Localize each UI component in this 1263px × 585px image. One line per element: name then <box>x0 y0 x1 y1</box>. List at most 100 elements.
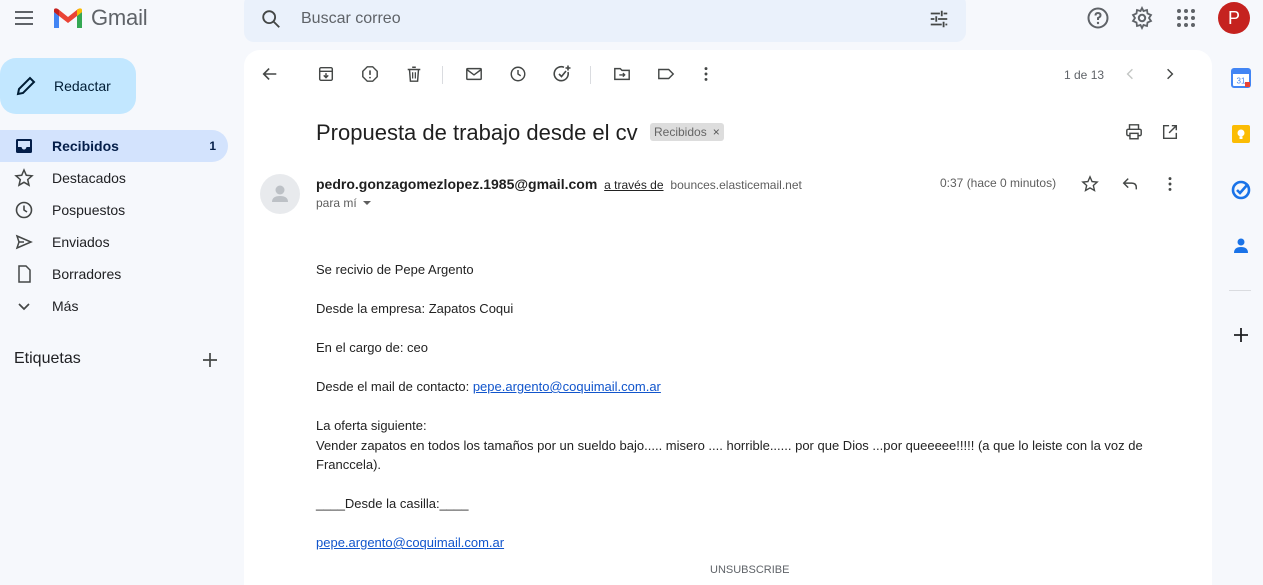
label-chip: Recibidos × <box>650 123 724 141</box>
sidebar-item-starred[interactable]: Destacados <box>0 162 228 194</box>
compose-label: Redactar <box>54 78 111 94</box>
unsubscribe-link[interactable]: UNSUBSCRIBE <box>710 564 789 576</box>
unread-count: 1 <box>209 139 216 153</box>
arrow-back-icon <box>262 68 277 80</box>
body-line: En el cargo de: ceo <box>316 340 429 355</box>
toolbar-divider <box>442 66 443 84</box>
mark-unread-button[interactable] <box>464 64 484 84</box>
sidebar-item-sent[interactable]: Enviados <box>0 226 228 258</box>
sidebar-item-more[interactable]: Más <box>0 290 228 322</box>
rail-divider <box>1229 290 1251 291</box>
apps-grid-icon[interactable] <box>1174 6 1198 30</box>
search-bar[interactable]: Buscar correo <box>244 0 966 42</box>
trash-icon <box>407 66 421 82</box>
top-bar: Gmail Buscar correo P <box>0 0 1263 48</box>
sidebar-item-drafts[interactable]: Borradores <box>0 258 228 290</box>
message-view: 1 de 13 Propuesta de trabajo desde el cv… <box>244 50 1212 585</box>
sidebar-item-label: Borradores <box>52 266 122 282</box>
help-icon[interactable] <box>1086 6 1110 30</box>
contacts-icon[interactable] <box>1231 236 1251 256</box>
back-button[interactable] <box>260 64 280 84</box>
recipient-text: para mí <box>316 196 357 210</box>
report-spam-icon <box>362 66 378 82</box>
keep-icon[interactable] <box>1231 124 1251 144</box>
remove-label-icon[interactable]: × <box>713 125 720 139</box>
add-addon-icon[interactable] <box>1231 325 1251 345</box>
via-link[interactable]: a través de <box>604 178 663 192</box>
star-icon <box>14 168 34 187</box>
report-spam-button[interactable] <box>360 64 380 84</box>
chevron-right-icon <box>1167 68 1174 80</box>
search-options-icon[interactable] <box>928 8 950 30</box>
body-line: pepe.argento@coquimail.com.ar <box>316 533 1156 553</box>
compose-button[interactable]: Redactar <box>0 58 136 114</box>
older-button[interactable] <box>1160 64 1180 84</box>
message-subject: Propuesta de trabajo desde el cv <box>316 120 638 145</box>
calendar-icon[interactable]: 31 <box>1231 68 1251 88</box>
archive-icon <box>318 66 334 82</box>
star-button[interactable] <box>1080 174 1100 194</box>
gmail-logo[interactable]: Gmail <box>52 5 148 31</box>
labels-button[interactable] <box>656 64 676 84</box>
more-vert-icon <box>1168 177 1172 191</box>
star-icon <box>1081 175 1099 192</box>
move-to-button[interactable] <box>612 64 632 84</box>
chevron-down-icon <box>18 303 30 311</box>
sidebar-item-label: Destacados <box>52 170 126 186</box>
pager-text: 1 de 13 <box>1064 68 1105 82</box>
body-line: ____Desde la casilla:____ <box>316 496 469 511</box>
sidebar-item-label: Recibidos <box>52 138 119 154</box>
search-input[interactable]: Buscar correo <box>301 10 401 28</box>
add-task-icon <box>553 65 571 82</box>
inbox-icon <box>16 139 32 153</box>
person-icon <box>272 185 288 202</box>
sidebar-item-inbox[interactable]: Recibidos 1 <box>0 130 228 162</box>
settings-gear-icon[interactable] <box>1130 6 1154 30</box>
sidebar-item-snoozed[interactable]: Pospuestos <box>0 194 228 226</box>
sidebar-item-label: Más <box>52 298 79 314</box>
delete-button[interactable] <box>404 64 424 84</box>
mailbox-email-link[interactable]: pepe.argento@coquimail.com.ar <box>316 535 504 550</box>
body-line: La oferta siguiente: <box>316 418 427 433</box>
print-button[interactable] <box>1124 122 1144 142</box>
reply-icon <box>1122 178 1138 190</box>
recipient-line[interactable]: para mí <box>316 196 375 210</box>
clock-icon <box>15 201 33 219</box>
mail-icon <box>466 67 482 81</box>
caret-down-icon <box>362 201 371 205</box>
print-icon <box>1126 124 1142 140</box>
message-more-button[interactable] <box>1160 174 1180 194</box>
search-icon[interactable] <box>260 8 282 30</box>
message-time: 0:37 (hace 0 minutos) <box>940 176 1057 190</box>
chevron-left-icon <box>1126 68 1133 80</box>
more-actions-button[interactable] <box>696 64 716 84</box>
sender-email[interactable]: pedro.gonzagomezlopez.1985@gmail.com <box>316 176 597 192</box>
archive-button[interactable] <box>316 64 336 84</box>
open-new-window-button[interactable] <box>1160 122 1180 142</box>
body-line: Se recivio de Pepe Argento <box>316 262 474 277</box>
draft-icon <box>18 265 31 283</box>
sender-line: pedro.gonzagomezlopez.1985@gmail.com a t… <box>316 176 802 192</box>
add-to-tasks-button[interactable] <box>552 64 572 84</box>
newer-button[interactable] <box>1120 64 1140 84</box>
body-line: Desde el mail de contacto: pepe.argento@… <box>316 377 1156 397</box>
sender-avatar[interactable] <box>260 174 300 214</box>
reply-button[interactable] <box>1120 174 1140 194</box>
pencil-icon <box>16 76 36 96</box>
add-label-icon[interactable] <box>200 350 220 370</box>
labels-heading: Etiquetas <box>14 350 81 367</box>
account-avatar[interactable]: P <box>1218 2 1250 34</box>
body-line: Vender zapatos en todos los tamaños por … <box>316 437 1143 473</box>
sidebar-item-label: Pospuestos <box>52 202 126 218</box>
open-in-new-icon <box>1162 124 1178 140</box>
svg-text:31: 31 <box>1237 77 1246 86</box>
label-chip-text: Recibidos <box>654 125 707 139</box>
via-domain: bounces.elasticemail.net <box>670 178 802 192</box>
gmail-m-icon <box>54 8 82 28</box>
contact-email-link[interactable]: pepe.argento@coquimail.com.ar <box>473 379 661 394</box>
tasks-icon[interactable] <box>1231 180 1251 200</box>
snooze-button[interactable] <box>508 64 528 84</box>
folder-move-icon <box>614 67 630 81</box>
clock-icon <box>510 66 526 82</box>
main-menu-button[interactable] <box>8 2 40 34</box>
